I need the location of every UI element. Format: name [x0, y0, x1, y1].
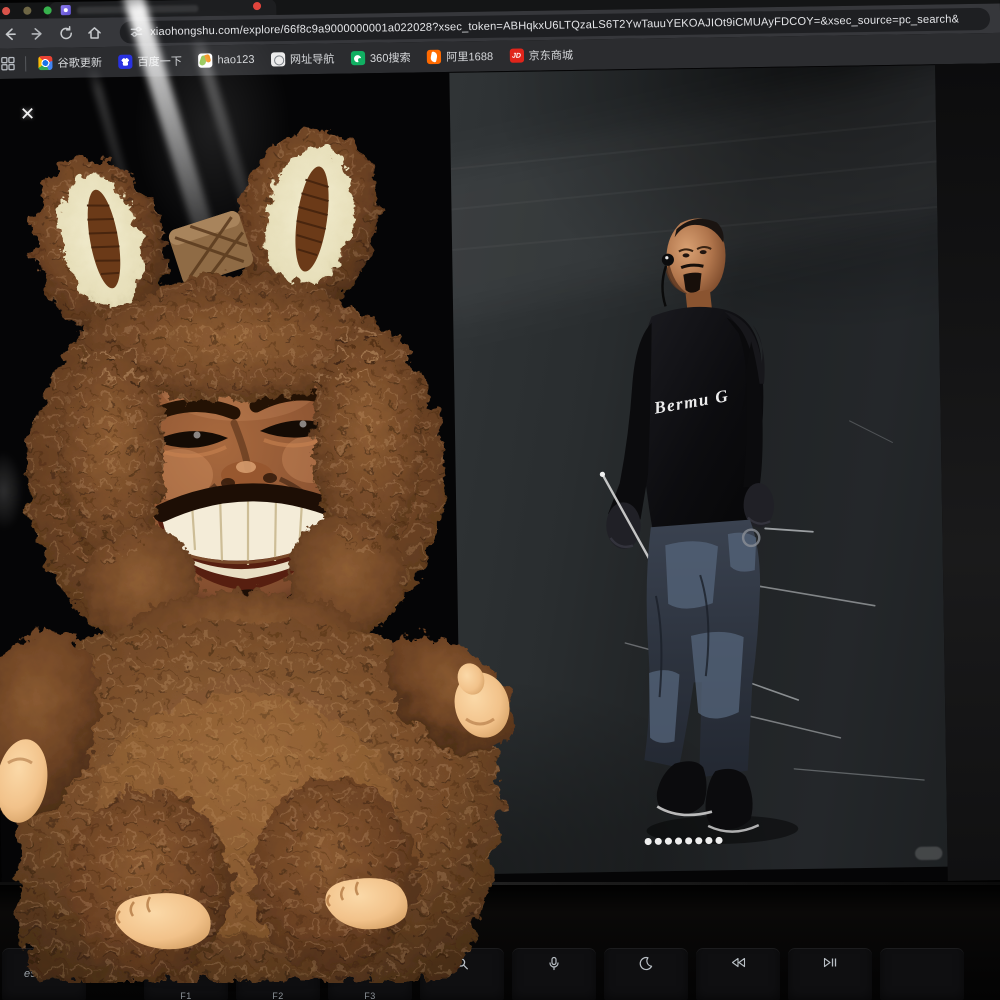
window-zoom-button[interactable]: [43, 6, 51, 14]
alibaba-1688-icon: [427, 50, 441, 64]
photo-watermark-badge: [915, 847, 943, 861]
rewind-icon: [730, 956, 747, 974]
pagination-dots[interactable]: [645, 837, 723, 845]
bookmark-1688[interactable]: 阿里1688: [427, 48, 494, 65]
stage-photo[interactable]: Bermu G: [449, 65, 947, 874]
microphone-icon: [547, 956, 561, 976]
key-f6[interactable]: [604, 948, 688, 1000]
pagination-dot[interactable]: [685, 837, 692, 844]
close-viewer-button[interactable]: ✕: [20, 104, 36, 125]
pagination-dot[interactable]: [665, 838, 672, 845]
moon-icon: [639, 956, 654, 976]
window-close-button[interactable]: [2, 7, 10, 15]
pagination-dot[interactable]: [715, 837, 722, 844]
play-pause-icon: [822, 956, 839, 974]
key-f8[interactable]: [788, 948, 872, 1000]
bookmark-360[interactable]: 360搜索: [351, 49, 411, 66]
360-search-icon: [351, 51, 365, 65]
chrome-icon: [38, 56, 52, 70]
pagination-dot[interactable]: [655, 838, 662, 845]
bookmarks-divider: [25, 56, 26, 71]
tab-favicon-icon: [61, 5, 71, 15]
back-button[interactable]: [0, 25, 18, 43]
key-f9[interactable]: [880, 948, 964, 1000]
apps-grid-icon[interactable]: [1, 56, 15, 70]
plush-body: [0, 612, 522, 981]
performer-figure: Bermu G: [596, 217, 799, 846]
photo-of-laptop-with-plush: xiaohongshu.com/explore/66f8c9a900000000…: [0, 0, 1000, 1000]
reload-button[interactable]: [57, 24, 75, 42]
stage-performer: Bermu G: [449, 65, 947, 874]
window-minimize-button[interactable]: [23, 7, 31, 15]
pagination-dot[interactable]: [695, 837, 702, 844]
pagination-dot[interactable]: [675, 837, 682, 844]
key-f5[interactable]: [512, 948, 596, 1000]
jd-icon: JD: [509, 48, 523, 62]
pagination-dot[interactable]: [705, 837, 712, 844]
bookmark-jd[interactable]: JD 京东商城: [509, 47, 573, 64]
pagination-dot[interactable]: [645, 838, 652, 845]
key-f7[interactable]: [696, 948, 780, 1000]
kanye-plush-doll: [0, 123, 522, 983]
forward-button[interactable]: [29, 24, 47, 42]
